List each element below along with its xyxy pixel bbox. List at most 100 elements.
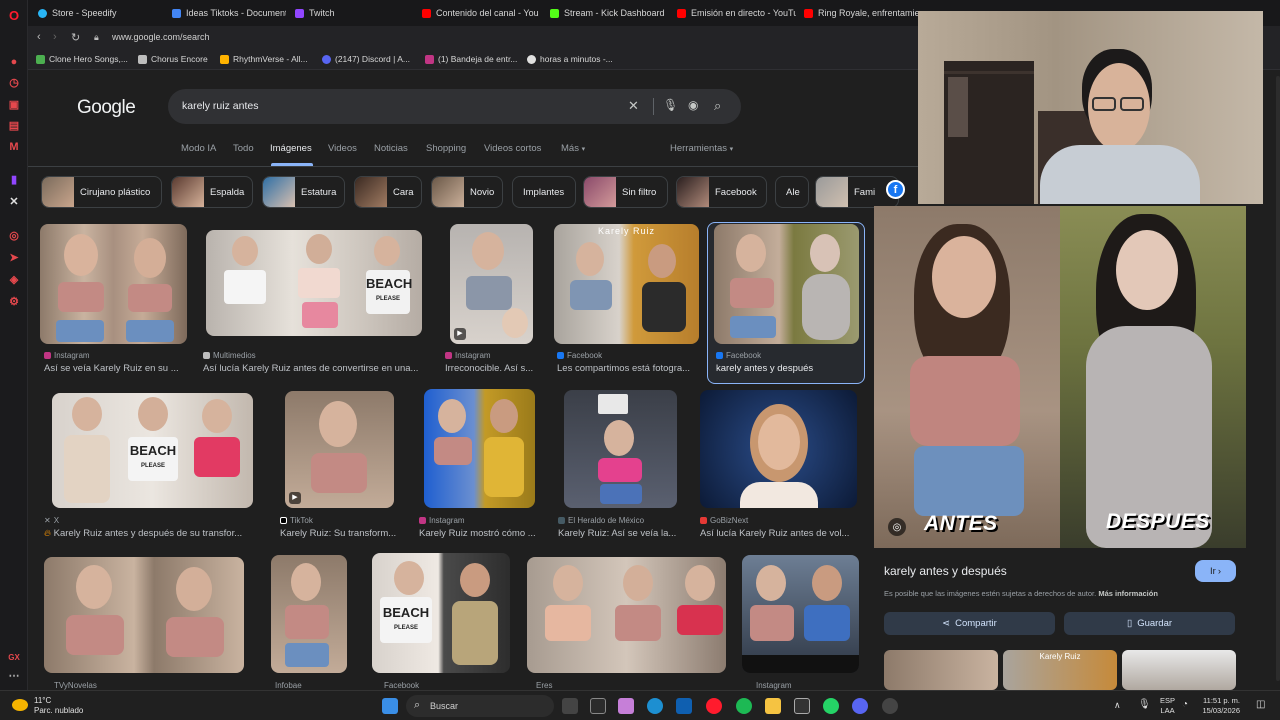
lens-search-icon[interactable]: ◎ bbox=[888, 518, 906, 536]
copilot-icon[interactable] bbox=[618, 698, 634, 714]
chevron-up-icon[interactable]: ∧ bbox=[1114, 700, 1121, 711]
result-caption[interactable]: 🔥︎ Karely Ruiz antes y después de su tra… bbox=[44, 528, 258, 539]
image-result[interactable] bbox=[40, 224, 187, 344]
back-icon[interactable]: ‹ bbox=[37, 31, 41, 43]
tab-imagenes[interactable]: Imágenes bbox=[270, 143, 312, 154]
sidebar-cube-icon[interactable]: ◈ bbox=[7, 272, 21, 286]
edge-icon[interactable] bbox=[647, 698, 663, 714]
image-result[interactable]: BEACH PLEASE bbox=[52, 393, 253, 508]
chip-cirujano[interactable]: Cirujano plástico bbox=[41, 176, 162, 208]
search-icon[interactable]: ⌕ bbox=[714, 98, 721, 114]
preview-image[interactable]: ANTES DESPUES ◎ bbox=[874, 206, 1246, 548]
spotify-icon[interactable] bbox=[736, 698, 752, 714]
chip-facebook[interactable]: Facebook bbox=[676, 176, 767, 208]
tab-videos-cortos[interactable]: Videos cortos bbox=[484, 143, 541, 154]
preview-title[interactable]: karely antes y después bbox=[884, 564, 1007, 578]
tab-kick[interactable]: Stream - Kick Dashboard bbox=[544, 4, 669, 22]
chip-ale[interactable]: Ale bbox=[775, 176, 809, 208]
chip-cara[interactable]: Cara bbox=[354, 176, 422, 208]
image-result[interactable] bbox=[700, 390, 857, 508]
tab-shopping[interactable]: Shopping bbox=[426, 143, 466, 154]
tools-button[interactable]: Herramientas ▾ bbox=[670, 143, 733, 154]
sidebar-clock-icon[interactable]: ◎ bbox=[7, 228, 21, 242]
tab-modo-ia[interactable]: Modo IA bbox=[181, 143, 216, 154]
bookmark-clone-hero[interactable]: Clone Hero Songs,... bbox=[36, 54, 128, 64]
image-result[interactable] bbox=[44, 557, 244, 673]
windows-start-icon[interactable] bbox=[382, 698, 398, 714]
share-button[interactable]: ⋖ Compartir bbox=[884, 612, 1055, 635]
url-field[interactable]: www.google.com/search bbox=[112, 32, 210, 42]
sidebar-bag-icon[interactable]: ▣ bbox=[7, 97, 21, 111]
google-logo[interactable]: Google bbox=[77, 97, 136, 119]
scrollbar[interactable] bbox=[1276, 76, 1280, 681]
tab-youtube-studio[interactable]: Contenido del canal - You bbox=[416, 4, 541, 22]
sidebar-x-icon[interactable]: ✕ bbox=[7, 194, 21, 208]
save-button[interactable]: ▯ Guardar bbox=[1064, 612, 1235, 635]
result-caption[interactable]: Así lucía Karely Ruiz antes de convertir… bbox=[203, 363, 429, 374]
reload-icon[interactable]: ↻ bbox=[71, 31, 80, 44]
image-result[interactable]: BEACH PLEASE bbox=[372, 553, 510, 673]
discord-icon[interactable] bbox=[852, 698, 868, 714]
sidebar-history-icon[interactable]: ◷ bbox=[7, 75, 21, 89]
result-caption[interactable]: Así se veía Karely Ruiz en su ... bbox=[44, 363, 189, 374]
sidebar-mail-icon[interactable]: M bbox=[7, 140, 21, 154]
tab-youtube-live[interactable]: Emisión en directo - YouTu bbox=[671, 4, 796, 22]
bookmark-inbox[interactable]: (1) Bandeja de entr... bbox=[425, 54, 517, 64]
sidebar-music-icon[interactable]: ▤ bbox=[7, 118, 21, 132]
tab-speedify[interactable]: Store - Speedify bbox=[32, 4, 152, 22]
obs-icon[interactable] bbox=[882, 698, 898, 714]
facebook-icon[interactable]: f bbox=[886, 180, 905, 199]
result-caption[interactable]: Así lucía Karely Ruiz antes de vol... bbox=[700, 528, 860, 539]
clear-icon[interactable]: ✕ bbox=[628, 98, 639, 114]
related-image[interactable] bbox=[1122, 650, 1236, 690]
image-result[interactable] bbox=[742, 555, 859, 673]
related-image[interactable]: Karely Ruiz bbox=[1003, 650, 1117, 690]
store-icon[interactable] bbox=[676, 698, 692, 714]
taskbar-search[interactable]: ⌕ Buscar bbox=[406, 695, 554, 717]
search-box[interactable]: karely ruiz antes ✕ 🎙︎ ◉ ⌕ bbox=[168, 89, 741, 124]
image-result[interactable]: ▶ bbox=[285, 391, 394, 508]
microphone-icon[interactable]: 🎙︎ bbox=[663, 98, 678, 112]
sidebar-settings-icon[interactable]: ⚙ bbox=[7, 294, 21, 308]
tab-docs[interactable]: Ideas Tiktoks - Document bbox=[166, 4, 286, 22]
chip-implantes[interactable]: Implantes bbox=[512, 176, 576, 208]
sidebar-messenger-icon[interactable]: ● bbox=[7, 55, 21, 69]
chip-espalda[interactable]: Espalda bbox=[171, 176, 253, 208]
whatsapp-icon[interactable] bbox=[823, 698, 839, 714]
result-caption[interactable]: Karely Ruiz: Su transform... bbox=[280, 528, 400, 539]
result-caption[interactable]: Irreconocible. Así s... bbox=[445, 363, 545, 374]
result-caption[interactable]: Karely Ruiz mostró cómo ... bbox=[419, 528, 539, 539]
microphone-icon[interactable]: 🎙︎ bbox=[1138, 699, 1151, 710]
notifications-icon[interactable]: ◫ bbox=[1256, 699, 1265, 710]
tab-twitch[interactable]: Twitch bbox=[289, 4, 409, 22]
weather-widget[interactable]: 11°C Parc. nublado bbox=[34, 696, 83, 716]
chip-novio[interactable]: Novio bbox=[431, 176, 503, 208]
epic-games-icon[interactable] bbox=[794, 698, 810, 714]
app-icon[interactable] bbox=[590, 698, 606, 714]
sidebar-twitch-icon[interactable]: ▮ bbox=[7, 172, 21, 186]
image-result[interactable] bbox=[564, 390, 677, 508]
image-result[interactable]: ▶ bbox=[450, 224, 533, 344]
chip-estatura[interactable]: Estatura bbox=[262, 176, 345, 208]
image-result[interactable] bbox=[527, 557, 726, 673]
search-input[interactable]: karely ruiz antes bbox=[182, 100, 258, 112]
result-caption[interactable]: karely antes y después bbox=[716, 363, 856, 374]
tab-videos[interactable]: Videos bbox=[328, 143, 357, 154]
bookmark-rhythmverse[interactable]: RhythmVerse - All... bbox=[220, 54, 308, 64]
opera-icon[interactable] bbox=[706, 698, 722, 714]
image-result[interactable] bbox=[424, 389, 535, 508]
task-view-icon[interactable] bbox=[562, 698, 578, 714]
bookmark-discord[interactable]: (2147) Discord | A... bbox=[322, 54, 410, 64]
tab-noticias[interactable]: Noticias bbox=[374, 143, 408, 154]
image-result[interactable] bbox=[714, 224, 859, 344]
image-result[interactable]: Karely Ruiz bbox=[554, 224, 699, 344]
file-explorer-icon[interactable] bbox=[765, 698, 781, 714]
sidebar-more-icon[interactable]: ⋯ bbox=[7, 668, 21, 682]
language-indicator[interactable]: ESP LAA bbox=[1160, 696, 1175, 716]
sidebar-gx-icon[interactable]: GX bbox=[7, 650, 21, 664]
more-info-link[interactable]: Más información bbox=[1098, 589, 1158, 598]
tab-ring-royale[interactable]: Ring Royale, enfrentamiento bbox=[798, 4, 918, 22]
result-caption[interactable]: Karely Ruiz: Así se veía la... bbox=[558, 528, 683, 539]
image-result[interactable] bbox=[271, 555, 347, 673]
tab-todo[interactable]: Todo bbox=[233, 143, 254, 154]
